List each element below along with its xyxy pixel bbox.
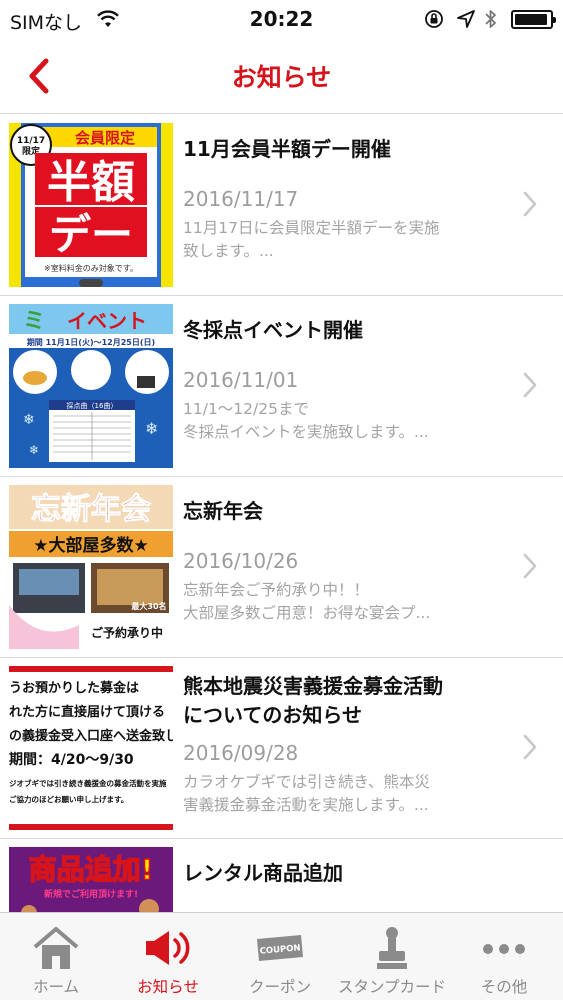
svg-text:❄: ❄	[23, 412, 35, 428]
news-title: 11月会員半額デー開催	[183, 137, 391, 161]
svg-text:❄: ❄	[29, 443, 39, 457]
rotation-lock-icon	[425, 10, 443, 28]
svg-text:ご協力のほどお願い申し上げます。: ご協力のほどお願い申し上げます。	[9, 794, 128, 804]
news-item[interactable]: 商品追加! 新規でご利用頂けます! レンタル商品追加	[0, 839, 563, 912]
svg-text:ジオブギでは引き続き義援金の募金活動を実施: ジオブギでは引き続き義援金の募金活動を実施	[9, 778, 167, 788]
news-thumbnail-image: 会員限定 11/17 限定 半額 デー ※室料料金のみ対象です。	[9, 123, 173, 287]
news-item[interactable]: イベント ミ 期間 11月1日(火)～12月25日(日) 採点曲（16曲） ❄ …	[0, 296, 563, 477]
tab-label: ホーム	[32, 978, 80, 996]
news-title: レンタル商品追加	[183, 861, 343, 885]
news-title: 忘新年会	[183, 499, 263, 523]
chevron-right-icon	[523, 734, 537, 760]
svg-text:の義援金受入口座へ送金致し: の義援金受入口座へ送金致し	[9, 728, 173, 744]
news-thumbnail-image: 忘新年会 ★大部屋多数★ 最大30名 ご予約承り中	[9, 485, 173, 649]
svg-text:会員限定: 会員限定	[75, 129, 135, 147]
svg-text:デー: デー	[49, 210, 133, 259]
news-excerpt: カラオケブギでは引き続き、熊本災 害義援金募金活動を実施します。...	[183, 773, 430, 814]
tab-stamp-card[interactable]: スタンプカード	[336, 913, 448, 1000]
svg-text:イベント: イベント	[67, 309, 147, 333]
news-list: 会員限定 11/17 限定 半額 デー ※室料料金のみ対象です。 11月会員半額…	[0, 115, 563, 912]
stamp-icon	[377, 927, 407, 969]
svg-text:商品追加!: 商品追加!	[29, 853, 154, 886]
svg-text:ミ: ミ	[23, 309, 45, 334]
news-title: 冬採点イベント開催	[183, 318, 363, 342]
news-date: 2016/10/26	[183, 549, 299, 573]
news-date: 2016/11/17	[183, 187, 299, 211]
tab-more[interactable]: その他	[448, 913, 560, 1000]
svg-text:★大部屋多数★: ★大部屋多数★	[33, 535, 148, 556]
battery-icon	[511, 10, 556, 29]
home-icon	[33, 927, 79, 969]
location-icon	[457, 10, 475, 28]
news-item[interactable]: 会員限定 11/17 限定 半額 デー ※室料料金のみ対象です。 11月会員半額…	[0, 115, 563, 296]
news-item[interactable]: 忘新年会 ★大部屋多数★ 最大30名 ご予約承り中 忘新年会 2016/10/2…	[0, 477, 563, 658]
coupon-icon: COUPON	[257, 935, 303, 961]
svg-text:11/17: 11/17	[17, 136, 45, 146]
svg-text:うお預かりした募金は: うお預かりした募金は	[9, 680, 139, 696]
tab-news[interactable]: お知らせ	[112, 913, 224, 1000]
news-item[interactable]: うお預かりした募金は れた方に直接届けて頂ける の義援金受入口座へ送金致し 期間…	[0, 658, 563, 839]
tab-label: クーポン	[248, 978, 311, 996]
svg-text:❄: ❄	[145, 419, 158, 438]
tab-label: スタンプカード	[337, 978, 447, 996]
megaphone-icon	[146, 931, 190, 965]
svg-text:採点曲（16曲）: 採点曲（16曲）	[67, 401, 118, 410]
chevron-right-icon	[523, 191, 537, 217]
svg-text:最大30名: 最大30名	[131, 601, 166, 611]
status-bar: SIMなし 20:22	[0, 0, 563, 40]
news-thumbnail-image: イベント ミ 期間 11月1日(火)～12月25日(日) 採点曲（16曲） ❄ …	[9, 304, 173, 468]
svg-text:新規でご利用頂けます!: 新規でご利用頂けます!	[44, 888, 138, 900]
chevron-right-icon	[523, 372, 537, 398]
page-title: お知らせ	[231, 63, 332, 92]
tab-bar: ホーム お知らせ COUPON クーポン スタンプカード その他	[0, 912, 563, 1000]
chevron-right-icon	[523, 553, 537, 579]
news-thumbnail-image: 商品追加! 新規でご利用頂けます!	[9, 847, 173, 912]
svg-text:※室料料金のみ対象です。: ※室料料金のみ対象です。	[44, 263, 138, 273]
news-thumbnail-image: うお預かりした募金は れた方に直接届けて頂ける の義援金受入口座へ送金致し 期間…	[9, 666, 173, 830]
more-icon	[483, 944, 525, 954]
news-excerpt: 忘新年会ご予約承り中！！ 大部屋多数ご用意！お得な宴会プ...	[183, 581, 431, 622]
svg-text:忘新年会: 忘新年会	[31, 492, 151, 527]
svg-text:半額: 半額	[47, 157, 135, 208]
navigation-bar: お知らせ	[0, 40, 563, 114]
tab-home[interactable]: ホーム	[0, 913, 112, 1000]
news-excerpt: 11/1～12/25まで 冬採点イベントを実施致します。...	[183, 400, 429, 441]
svg-text:ご予約承り中: ご予約承り中	[91, 625, 163, 640]
svg-text:期間 11月1日(火)～12月25日(日): 期間 11月1日(火)～12月25日(日)	[27, 337, 155, 347]
svg-text:れた方に直接届けて頂ける: れた方に直接届けて頂ける	[9, 704, 165, 720]
news-title: 熊本地震災害義援金募金活動 についてのお知らせ	[183, 674, 443, 727]
svg-text:期間：4/20～9/30: 期間：4/20～9/30	[9, 752, 134, 768]
tab-label: お知らせ	[137, 978, 199, 996]
news-excerpt: 11月17日に会員限定半額デーを実施 致します。...	[183, 219, 440, 260]
tab-coupon[interactable]: COUPON クーポン	[224, 913, 336, 1000]
news-date: 2016/09/28	[183, 741, 299, 765]
bluetooth-icon	[485, 10, 496, 28]
clock: 20:22	[249, 7, 314, 31]
tab-label: その他	[480, 978, 528, 996]
news-date: 2016/11/01	[183, 368, 299, 392]
